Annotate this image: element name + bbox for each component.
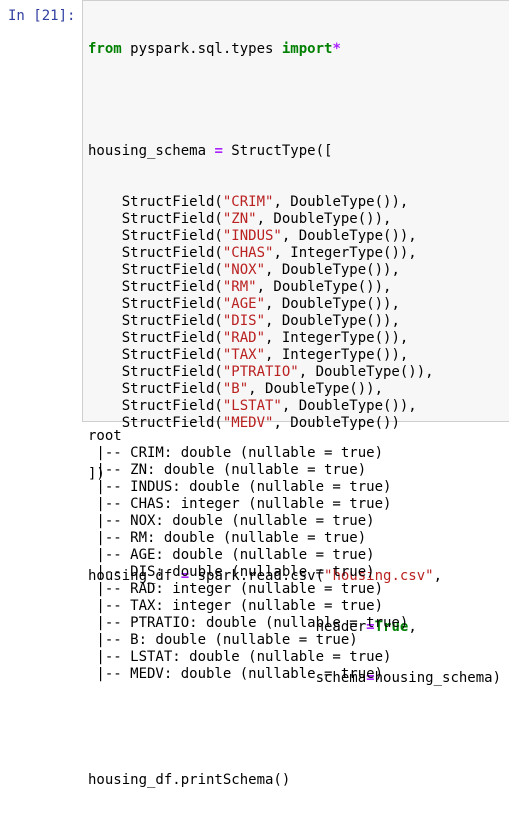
keyword-import: import <box>281 41 333 57</box>
structfield-call: StructField( <box>88 364 223 380</box>
code-line-schema: housing_schema = StructType([ <box>88 143 501 160</box>
code-line-print-schema: housing_df.printSchema() <box>88 772 291 788</box>
structfield-call: StructField( <box>88 381 223 397</box>
structfield-call: StructField( <box>88 313 223 329</box>
field-type: , DoubleType()), <box>281 228 417 244</box>
code-block: from pyspark.sql.types import* housing_s… <box>88 7 501 823</box>
schema-field-line: |-- ZN: double (nullable = true) <box>88 462 367 478</box>
field-name: "PTRATIO" <box>222 364 299 380</box>
field-type: , DoubleType()), <box>265 262 400 278</box>
schema-root: root <box>88 428 122 444</box>
input-prompt: In [21]: <box>8 8 76 24</box>
structfield-call: StructField( <box>88 347 223 363</box>
keyword-from: from <box>88 41 122 57</box>
schema-var: housing_schema <box>88 143 215 159</box>
field-type: , DoubleType()), <box>265 313 400 329</box>
struct-field-line: StructField("CRIM", DoubleType()), <box>88 194 501 211</box>
field-name: "LSTAT" <box>222 398 282 414</box>
struct-field-line: StructField("PTRATIO", DoubleType()), <box>88 364 501 381</box>
field-type: , DoubleType()), <box>256 279 392 295</box>
schema-field-line: |-- RM: double (nullable = true) <box>88 530 367 546</box>
field-name: "DIS" <box>222 313 266 329</box>
schema-field-line: |-- DIS: double (nullable = true) <box>88 564 375 580</box>
struct-field-line: StructField("TAX", IntegerType()), <box>88 347 501 364</box>
field-type: , DoubleType()), <box>298 364 434 380</box>
schema-field-line: |-- LSTAT: double (nullable = true) <box>88 649 392 665</box>
schema-field-line: |-- AGE: double (nullable = true) <box>88 547 375 563</box>
struct-field-line: StructField("INDUS", DoubleType()), <box>88 228 501 245</box>
struct-field-line: StructField("CHAS", IntegerType()), <box>88 245 501 262</box>
code-editor[interactable]: from pyspark.sql.types import* housing_s… <box>82 0 509 788</box>
cell-output: root |-- CRIM: double (nullable = true) … <box>88 428 408 683</box>
structfield-call: StructField( <box>88 228 223 244</box>
field-type: , DoubleType()), <box>248 381 384 397</box>
structfield-call: StructField( <box>88 330 223 346</box>
field-type: , DoubleType()), <box>273 194 409 210</box>
struct-field-line: StructField("RM", DoubleType()), <box>88 279 501 296</box>
struct-field-line: StructField("NOX", DoubleType()), <box>88 262 501 279</box>
field-name: "RAD" <box>222 330 266 346</box>
code-line-import: from pyspark.sql.types import* <box>88 41 501 58</box>
struct-field-line: StructField("AGE", DoubleType()), <box>88 296 501 313</box>
comma: , <box>433 568 443 584</box>
field-type: , IntegerType()), <box>273 245 417 261</box>
field-type: , DoubleType()), <box>281 398 417 414</box>
field-name: "NOX" <box>222 262 266 278</box>
schema-field-line: |-- B: double (nullable = true) <box>88 632 358 648</box>
structfield-call: StructField( <box>88 211 223 227</box>
field-name: "CHAS" <box>222 245 274 261</box>
field-type: , IntegerType()), <box>265 347 409 363</box>
notebook-cell: In [21]: from pyspark.sql.types import* … <box>0 0 509 788</box>
field-type: , DoubleType()), <box>256 211 392 227</box>
field-name: "RM" <box>222 279 257 295</box>
schema-field-line: |-- INDUS: double (nullable = true) <box>88 479 392 495</box>
schema-field-line: |-- MEDV: double (nullable = true) <box>88 666 384 682</box>
comma: , <box>408 619 417 635</box>
schema-field-line: |-- TAX: integer (nullable = true) <box>88 598 384 614</box>
struct-field-line: StructField("ZN", DoubleType()), <box>88 211 501 228</box>
structfield-call: StructField( <box>88 194 223 210</box>
struct-field-line: StructField("LSTAT", DoubleType()), <box>88 398 501 415</box>
field-type: , DoubleType()), <box>265 296 400 312</box>
structfield-call: StructField( <box>88 245 223 261</box>
import-star: * <box>332 41 341 57</box>
field-name: "ZN" <box>222 211 257 227</box>
module-name: pyspark.sql.types <box>121 41 282 57</box>
schema-field-line: |-- PTRATIO: double (nullable = true) <box>88 615 409 631</box>
structfield-call: StructField( <box>88 262 223 278</box>
assign-op: = <box>214 143 223 159</box>
structtype-call: StructType([ <box>222 143 333 159</box>
structfield-call: StructField( <box>88 398 223 414</box>
field-name: "INDUS" <box>222 228 282 244</box>
struct-field-line: StructField("B", DoubleType()), <box>88 381 501 398</box>
field-type: , IntegerType()), <box>265 330 409 346</box>
struct-field-line: StructField("RAD", IntegerType()), <box>88 330 501 347</box>
field-name: "CRIM" <box>222 194 274 210</box>
struct-fields: StructField("CRIM", DoubleType()), Struc… <box>88 194 501 432</box>
schema-field-line: |-- NOX: double (nullable = true) <box>88 513 375 529</box>
structfield-call: StructField( <box>88 279 223 295</box>
struct-field-line: StructField("DIS", DoubleType()), <box>88 313 501 330</box>
field-name: "TAX" <box>222 347 266 363</box>
field-name: "B" <box>222 381 249 397</box>
schema-field-line: |-- CHAS: integer (nullable = true) <box>88 496 392 512</box>
structfield-call: StructField( <box>88 296 223 312</box>
field-name: "AGE" <box>222 296 266 312</box>
schema-field-line: |-- RAD: integer (nullable = true) <box>88 581 384 597</box>
schema-field-line: |-- CRIM: double (nullable = true) <box>88 445 384 461</box>
